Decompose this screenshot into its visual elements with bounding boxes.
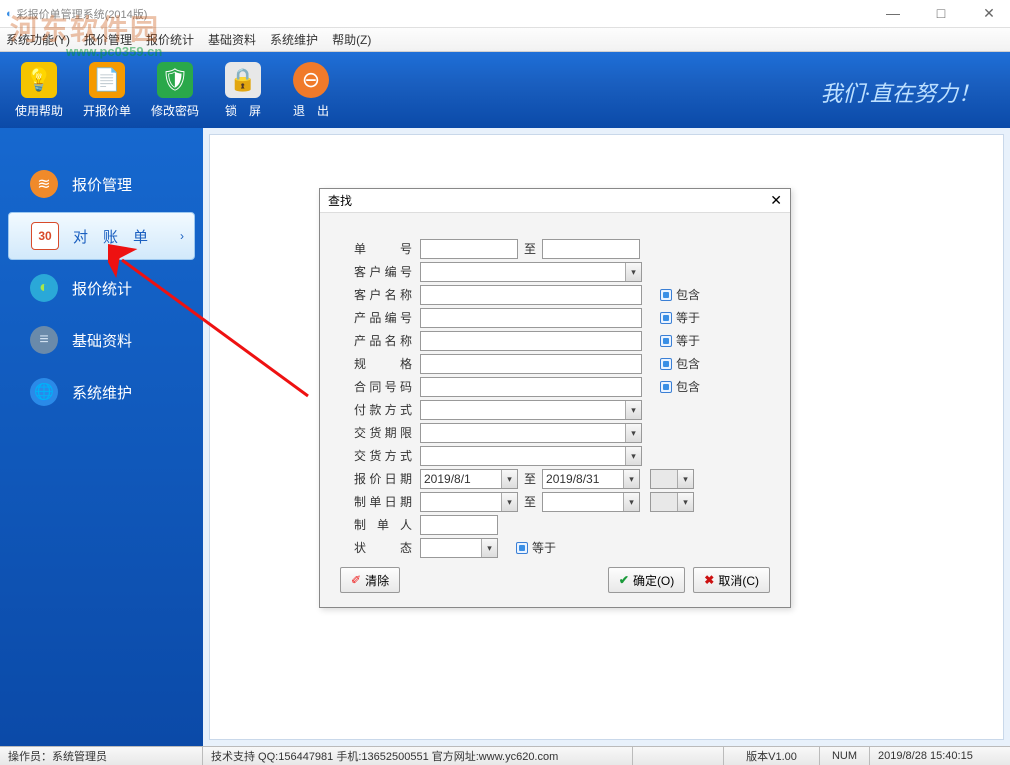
menu-system[interactable]: 系统功能(Y) <box>6 31 70 48</box>
chevron-down-icon: ▾ <box>501 470 517 488</box>
quote-date-extra[interactable]: ▾ <box>650 469 694 489</box>
check-icon: ✔ <box>619 573 629 587</box>
creator-input[interactable] <box>420 515 498 535</box>
create-date-extra[interactable]: ▾ <box>650 492 694 512</box>
search-dialog: 查找 ✕ 单 号至 客户编号▾ 客户名称包含 产品编号等于 产品名称等于 规 格… <box>319 188 791 608</box>
create-date-to[interactable]: ▾ <box>542 492 640 512</box>
quote-date-to[interactable]: 2019/8/31▾ <box>542 469 640 489</box>
sidebar-quote-mgmt[interactable]: ≋报价管理 <box>8 160 195 208</box>
window-title: 彩报价单管理系统(2014版) <box>17 6 148 22</box>
contract-contains-check[interactable] <box>660 381 672 393</box>
ok-button[interactable]: ✔确定(O) <box>608 567 685 593</box>
dialog-title: 查找 <box>328 192 352 209</box>
tb-new-quote[interactable]: 📄开报价单 <box>74 62 140 119</box>
menu-maint[interactable]: 系统维护 <box>270 31 318 48</box>
product-code-input[interactable] <box>420 308 642 328</box>
pie-icon: ◐ <box>30 274 58 302</box>
delivery-deadline-select[interactable]: ▾ <box>420 423 642 443</box>
clear-button[interactable]: ✐清除 <box>340 567 400 593</box>
chevron-down-icon: ▾ <box>625 263 641 281</box>
calendar-icon: 30 <box>31 222 59 250</box>
sidebar-statement[interactable]: 30对 账 单› <box>8 212 195 260</box>
tb-help[interactable]: 💡使用帮助 <box>6 62 72 119</box>
operator-name: 系统管理员 <box>52 748 107 764</box>
close-button[interactable]: ✕ <box>974 5 1004 22</box>
spec-input[interactable] <box>420 354 642 374</box>
quote-date-from[interactable]: 2019/8/1▾ <box>420 469 518 489</box>
menu-stats[interactable]: 报价统计 <box>146 31 194 48</box>
chevron-down-icon: ▾ <box>625 424 641 442</box>
window-titlebar: ◐ 彩报价单管理系统(2014版) ― □ ✕ <box>0 0 1010 28</box>
chevron-down-icon: ▾ <box>481 539 497 557</box>
slogan: 我们·直在努力！ <box>820 76 980 108</box>
datetime: 2019/8/28 15:40:15 <box>870 747 1010 765</box>
product-name-equals-check[interactable] <box>660 335 672 347</box>
order-no-to[interactable] <box>542 239 640 259</box>
spec-contains-check[interactable] <box>660 358 672 370</box>
toolbar: 💡使用帮助 📄开报价单 🛡修改密码 🔒锁 屏 ⊖退 出 我们·直在努力！ <box>0 52 1010 128</box>
eraser-icon: ✐ <box>351 573 361 587</box>
chevron-down-icon: ▾ <box>677 470 693 488</box>
order-no-from[interactable] <box>420 239 518 259</box>
exit-icon: ⊖ <box>293 62 329 98</box>
globe-icon: 🌐 <box>30 378 58 406</box>
payment-method-select[interactable]: ▾ <box>420 400 642 420</box>
create-date-from[interactable]: ▾ <box>420 492 518 512</box>
chevron-down-icon: ▾ <box>623 493 639 511</box>
rss-icon: ≋ <box>30 170 58 198</box>
bulb-icon: 💡 <box>21 62 57 98</box>
statusbar: 操作员：系统管理员 技术支持 QQ:156447981 手机:136525005… <box>0 746 1010 765</box>
chevron-down-icon: ▾ <box>623 470 639 488</box>
customer-name-contains-check[interactable] <box>660 289 672 301</box>
chevron-right-icon: › <box>180 229 184 243</box>
x-icon: ✖ <box>704 573 714 587</box>
chevron-down-icon: ▾ <box>677 493 693 511</box>
menubar: 系统功能(Y) 报价管理 报价统计 基础资料 系统维护 帮助(Z) <box>0 28 1010 52</box>
chevron-down-icon: ▾ <box>625 401 641 419</box>
numlock-indicator: NUM <box>820 747 870 765</box>
status-equals-check[interactable] <box>516 542 528 554</box>
menu-quote[interactable]: 报价管理 <box>84 31 132 48</box>
support-info: 技术支持 QQ:156447981 手机:13652500551 官方网址:ww… <box>203 747 633 765</box>
product-code-equals-check[interactable] <box>660 312 672 324</box>
version: 版本V1.00 <box>724 747 820 765</box>
minimize-button[interactable]: ― <box>878 5 908 22</box>
doc-icon: 📄 <box>89 62 125 98</box>
sidebar-maintain[interactable]: 🌐系统维护 <box>8 368 195 416</box>
tb-exit[interactable]: ⊖退 出 <box>278 62 344 119</box>
database-icon: ≡ <box>30 326 58 354</box>
shield-icon: 🛡 <box>157 62 193 98</box>
customer-name-input[interactable] <box>420 285 642 305</box>
tb-password[interactable]: 🛡修改密码 <box>142 62 208 119</box>
maximize-button[interactable]: □ <box>926 5 956 22</box>
tb-lock[interactable]: 🔒锁 屏 <box>210 62 276 119</box>
cancel-button[interactable]: ✖取消(C) <box>693 567 770 593</box>
lock-icon: 🔒 <box>225 62 261 98</box>
chevron-down-icon: ▾ <box>501 493 517 511</box>
customer-code-select[interactable]: ▾ <box>420 262 642 282</box>
dialog-close-button[interactable]: ✕ <box>770 192 782 209</box>
menu-help[interactable]: 帮助(Z) <box>332 31 371 48</box>
status-select[interactable]: ▾ <box>420 538 498 558</box>
menu-base[interactable]: 基础资料 <box>208 31 256 48</box>
sidebar-stats[interactable]: ◐报价统计 <box>8 264 195 312</box>
contract-no-input[interactable] <box>420 377 642 397</box>
chevron-down-icon: ▾ <box>625 447 641 465</box>
sidebar-basedata[interactable]: ≡基础资料 <box>8 316 195 364</box>
product-name-input[interactable] <box>420 331 642 351</box>
sidebar: ≋报价管理 30对 账 单› ◐报价统计 ≡基础资料 🌐系统维护 <box>0 128 203 746</box>
delivery-method-select[interactable]: ▾ <box>420 446 642 466</box>
app-icon: ◐ <box>6 8 13 20</box>
